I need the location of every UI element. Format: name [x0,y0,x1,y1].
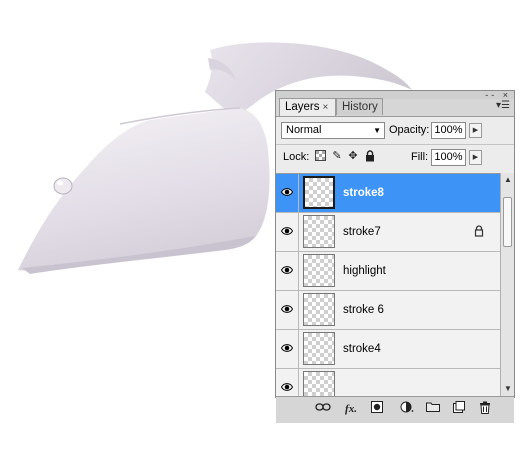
lock-image-pixels-brush-icon[interactable]: ✎ [331,150,343,163]
group-folder-icon[interactable] [424,401,442,417]
layer-name[interactable]: highlight [343,252,386,290]
visibility-toggle[interactable] [276,174,299,212]
eye-icon [281,305,293,313]
layer-thumbnail[interactable] [303,332,335,365]
tab-history-label: History [342,101,378,113]
layer-lock-icon [474,225,484,237]
layers-content: Normal ▼ Opacity: 100% ▶ Lock: ✎ ✥ Fill:… [276,116,514,423]
lock-all-icon[interactable] [364,150,376,163]
tab-close-icon[interactable]: × [323,102,329,113]
eye-icon [281,266,293,274]
blend-mode-value: Normal [286,124,322,136]
lock-transparent-pixels-icon[interactable] [314,150,326,163]
link-icon[interactable] [314,401,332,417]
layer-name[interactable]: stroke4 [343,330,381,368]
fill-input[interactable]: 100% [431,149,466,166]
eye-icon [281,344,293,352]
trash-icon[interactable] [476,401,494,417]
visibility-toggle[interactable] [276,330,299,368]
layers-footer-toolbar: fx. [276,396,514,423]
layer-thumbnail[interactable] [303,215,335,248]
fill-slider-arrow-icon[interactable]: ▶ [469,150,482,165]
layers-panel: -- × Layers × History ▾☰ Normal ▼ Opacity… [275,90,515,423]
layer-thumbnail[interactable] [303,293,335,326]
layer-thumbnail[interactable] [303,254,335,287]
adjustment-layer-icon[interactable] [398,401,416,417]
layer-name[interactable]: stroke 6 [343,291,384,329]
blend-row: Normal ▼ Opacity: 100% ▶ [278,122,510,140]
eye-icon [281,383,293,391]
droplet-highlight-shape [57,180,63,186]
fill-label: Fill: [411,151,429,163]
eye-icon [281,227,293,235]
lock-position-move-icon[interactable]: ✥ [347,150,359,163]
new-layer-icon[interactable] [450,401,468,417]
opacity-input[interactable]: 100% [431,122,466,139]
blend-mode-select[interactable]: Normal ▼ [281,122,385,139]
layer-row[interactable]: highlight [276,252,500,291]
divider [276,144,514,145]
lock-row: Lock: ✎ ✥ Fill: 100% ▶ [278,149,510,167]
layer-list: stroke8 stroke7 highlight stroke 6 strok… [276,173,500,397]
layer-name[interactable]: stroke8 [343,174,384,212]
layer-row[interactable] [276,369,500,397]
lock-label: Lock: [283,151,310,163]
fx-icon[interactable]: fx. [342,401,360,417]
visibility-toggle[interactable] [276,213,299,251]
chevron-down-icon: ▼ [373,126,381,135]
eye-icon [281,188,293,196]
opacity-slider-arrow-icon[interactable]: ▶ [469,123,482,138]
scroll-down-arrow-icon[interactable]: ▼ [503,384,513,394]
layer-row[interactable]: stroke7 [276,213,500,252]
layer-thumbnail[interactable] [303,371,335,397]
opacity-label: Opacity: [389,124,430,136]
visibility-toggle[interactable] [276,252,299,290]
layer-mask-icon[interactable] [368,401,386,417]
layer-name[interactable]: stroke7 [343,213,381,251]
layer-row[interactable]: stroke 6 [276,291,500,330]
tab-layers[interactable]: Layers × [279,98,336,116]
scroll-up-arrow-icon[interactable]: ▲ [503,175,513,185]
layer-thumbnail[interactable] [303,176,335,209]
panel-menu-icon[interactable]: ▾☰ [496,100,510,111]
visibility-toggle[interactable] [276,369,299,397]
tab-layers-label: Layers [285,101,320,113]
scrollbar-thumb[interactable] [503,197,512,247]
droplet-shape [53,177,73,195]
tab-history[interactable]: History [336,98,383,115]
layer-list-scrollbar[interactable]: ▲ ▼ [500,173,514,396]
layer-row[interactable]: stroke4 [276,330,500,369]
visibility-toggle[interactable] [276,291,299,329]
panel-window-controls[interactable]: -- × [485,91,511,100]
layer-row[interactable]: stroke8 [276,174,500,213]
